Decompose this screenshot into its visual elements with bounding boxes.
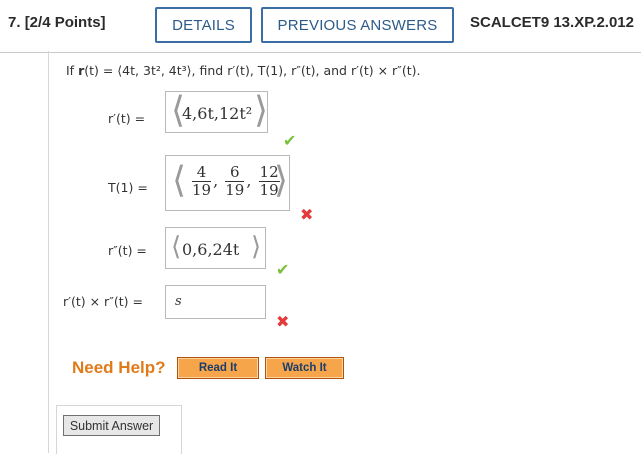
fraction-x: 4 19 bbox=[192, 163, 212, 199]
correct-check-icon: ✔ bbox=[276, 260, 290, 279]
right-angle-bracket: ⟩ bbox=[251, 232, 262, 262]
details-button[interactable]: DETAILS bbox=[155, 7, 252, 43]
incorrect-x-icon: ✖ bbox=[300, 205, 314, 224]
part-label-cross-product: r′(t) × r″(t) = bbox=[63, 294, 143, 309]
answer-value-cross-product: s bbox=[175, 294, 182, 309]
points-text: [2/4 Points] bbox=[24, 14, 106, 31]
part-label-t1: T(1) = bbox=[108, 180, 148, 195]
question-number: 7. [2/4 Points] bbox=[8, 14, 106, 31]
left-angle-bracket: ⟨ bbox=[171, 232, 182, 262]
submit-answer-button[interactable]: Submit Answer bbox=[63, 415, 160, 436]
answer-value-r-prime: 4,6t,12t² bbox=[182, 104, 253, 123]
question-number-text: 7. bbox=[8, 14, 21, 31]
answer-field-r-prime[interactable]: ⟨ 4,6t,12t² ⟩ bbox=[165, 90, 269, 133]
previous-answers-button[interactable]: PREVIOUS ANSWERS bbox=[261, 7, 454, 43]
question-header: 7. [2/4 Points] DETAILS PREVIOUS ANSWERS… bbox=[0, 0, 641, 53]
left-angle-bracket: ⟨ bbox=[172, 160, 187, 201]
answer-field-cross-product[interactable]: s bbox=[165, 285, 266, 319]
part-label-r-double-prime: r″(t) = bbox=[108, 243, 147, 258]
answer-field-t1[interactable]: ⟨ 4 19, 6 19, 12 19 ⟩ bbox=[165, 155, 290, 211]
right-angle-bracket: ⟩ bbox=[274, 160, 289, 201]
question-prompt: If r(t) = ⟨4t, 3t², 4t³⟩, find r′(t), T(… bbox=[66, 63, 421, 78]
fraction-y: 6 19 bbox=[225, 163, 245, 199]
watch-it-button[interactable]: Watch It bbox=[265, 357, 344, 379]
right-angle-bracket: ⟩ bbox=[254, 90, 269, 131]
need-help-label: Need Help? bbox=[72, 358, 166, 377]
answer-value-r-double-prime: 0,6,24t bbox=[182, 240, 240, 259]
answer-field-r-double-prime[interactable]: ⟨ 0,6,24t ⟩ bbox=[165, 227, 266, 269]
incorrect-x-icon: ✖ bbox=[276, 312, 290, 331]
part-label-r-prime: r′(t) = bbox=[108, 111, 146, 126]
problem-reference: SCALCET9 13.XP.2.012 bbox=[470, 14, 634, 31]
answer-value-t1: 4 19, 6 19, 12 19 bbox=[192, 163, 280, 199]
read-it-button[interactable]: Read It bbox=[177, 357, 259, 379]
correct-check-icon: ✔ bbox=[283, 131, 297, 150]
